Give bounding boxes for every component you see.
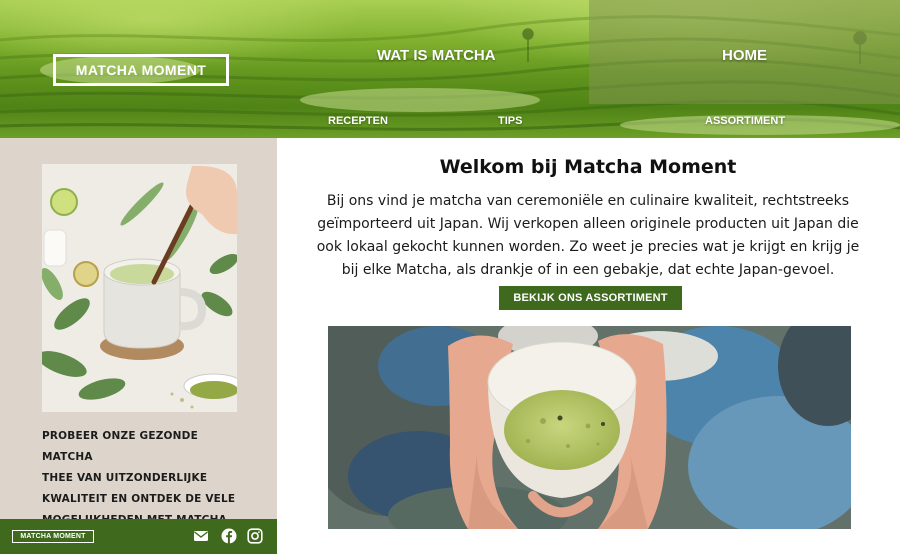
- sidebar-footer: MATCHA MOMENT: [0, 519, 277, 554]
- nav-link-recepten[interactable]: RECEPTEN: [328, 115, 388, 127]
- nav-link-home[interactable]: HOME: [722, 47, 767, 64]
- nav-link-assortiment[interactable]: ASSORTIMENT: [705, 115, 785, 127]
- view-assortment-button[interactable]: BEKIJK ONS ASSORTIMENT: [499, 286, 682, 310]
- envelope-icon[interactable]: [193, 528, 209, 544]
- sidebar-promo-text: PROBEER ONZE GEZONDE MATCHA THEE VAN UIT…: [42, 426, 252, 531]
- footer-logo[interactable]: MATCHA MOMENT: [12, 530, 94, 543]
- promo-line: PROBEER ONZE GEZONDE MATCHA: [42, 430, 198, 463]
- intro-line: geïmporteerd uit Japan. Wij verkopen all…: [317, 216, 859, 232]
- page-title: Welkom bij Matcha Moment: [439, 156, 737, 178]
- instagram-icon[interactable]: [247, 528, 263, 544]
- intro-line: bij elke Matcha, als drankje of in een g…: [341, 262, 835, 278]
- intro-line: ook lokaal gekocht kunnen worden. Zo wee…: [316, 239, 860, 255]
- nav-link-wat-is-matcha[interactable]: WAT IS MATCHA: [377, 47, 496, 64]
- hero-header: MATCHA MOMENT WAT IS MATCHA HOME RECEPTE…: [0, 0, 900, 138]
- promo-line: THEE VAN UITZONDERLIJKE: [42, 472, 208, 484]
- intro-paragraph: Bij ons vind je matcha van ceremoniële e…: [300, 190, 876, 282]
- intro-line: Bij ons vind je matcha van ceremoniële e…: [326, 193, 850, 209]
- facebook-icon[interactable]: [221, 528, 237, 544]
- matcha-bowl-photo: [328, 326, 851, 529]
- matcha-mug-photo: [42, 164, 237, 412]
- promo-line: KWALITEIT EN ONTDEK DE VELE: [42, 493, 236, 505]
- site-logo[interactable]: MATCHA MOMENT: [53, 54, 229, 86]
- nav-link-tips[interactable]: TIPS: [498, 115, 522, 127]
